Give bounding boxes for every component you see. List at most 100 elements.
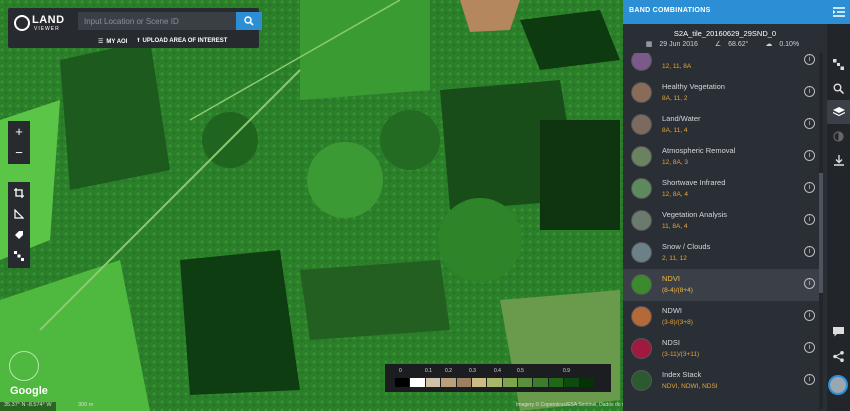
info-icon[interactable]: i [804,86,815,97]
legend-label: 0.9 [563,368,570,374]
band-thumbnail [631,338,652,359]
collapse-panel-icon[interactable] [827,0,850,24]
band-name: Vegetation Analysis [662,210,728,219]
info-icon[interactable]: i [804,342,815,353]
globe-icon [14,15,30,31]
logo-subtext: VIEWER [34,26,60,32]
app-root: LAND VIEWER ☰MY AOI ⭱UPLOAD AREA OF INTE… [0,0,850,411]
band-thumbnail [631,210,652,231]
band-combination: 12, 8A, 3 [662,159,689,166]
legend-label: 0.4 [494,368,501,374]
legend-label: 0.3 [469,368,476,374]
legend-swatch [533,378,548,387]
band-combination: NDVI, NDWI, NDSI [662,383,718,390]
globe-view-icon[interactable] [9,351,39,381]
search-button[interactable] [236,12,262,30]
band-name: Atmospheric Removal [662,146,736,155]
cloud-cover: ☁ 0.10% [765,41,800,48]
panel-header: BAND COMBINATIONS [623,0,827,24]
info-icon[interactable]: i [804,118,815,129]
band-combination: 11, 8A, 4 [662,223,688,230]
search-tool-icon[interactable] [827,76,850,100]
band-combinations-panel: BAND COMBINATIONS S2A_tile_20160629_29SN… [623,0,827,411]
info-icon[interactable]: i [804,150,815,161]
legend-swatch [471,378,487,387]
band-list-scrollbar[interactable] [819,53,823,409]
info-icon[interactable]: i [804,310,815,321]
legend-swatch [395,378,410,387]
contrast-icon[interactable] [827,124,850,148]
legend-label: 0.5 [517,368,524,374]
satellite-icon[interactable] [8,245,30,266]
right-toolbar [827,0,850,411]
zoom-out-button[interactable]: − [8,142,30,163]
zoom-in-button[interactable]: + [8,121,30,142]
band-item[interactable]: 12, 11, 8A i [623,53,819,77]
band-combination: (8-4)/(8+4) [662,287,693,294]
legend-swatch [548,378,564,387]
band-list: 12, 11, 8A i Healthy Vegetation 8A, 11, 2iL… [623,53,819,411]
legend-swatch [518,378,533,387]
band-item[interactable]: Land/Water 8A, 11, 4 i [623,109,819,141]
band-name: Healthy Vegetation [662,82,725,91]
legend-swatch [456,378,471,387]
legend-swatch [410,378,425,387]
legend-swatch [441,378,456,387]
band-combination: (3-8)/(3+8) [662,319,693,326]
band-thumbnail [631,146,652,167]
scene-date: ▦ 29 Jun 2016 [645,41,698,48]
band-item[interactable]: Snow / Clouds 2, 11, 12 i [623,237,819,269]
scrollbar-thumb[interactable] [819,173,823,293]
map-scale: 300 m [78,402,94,408]
info-icon[interactable]: i [804,182,815,193]
crop-icon[interactable] [8,182,30,203]
info-icon[interactable]: i [804,278,815,289]
upload-aoi-button[interactable]: ⭱ UPLOAD AREA OF INTEREST [137,36,227,46]
band-thumbnail [631,53,652,71]
ndvi-legend: 0 0.1 0.2 0.3 0.4 0.5 0.9 [385,364,611,392]
legend-swatch [487,378,502,387]
tag-icon[interactable] [8,224,30,245]
info-icon[interactable]: i [804,54,815,65]
zoom-controls: + − [8,121,30,164]
band-thumbnail [631,274,652,295]
upload-icon: ⭱ [137,38,140,44]
band-item[interactable]: Vegetation Analysis 11, 8A, 4 i [623,205,819,237]
scene-meta: ▦ 29 Jun 2016 ∠ 68.62° ☁ 0.10% [623,40,827,48]
band-name: NDWI [662,306,682,315]
band-combination: (3-11)/(3+11) [662,351,700,358]
info-icon[interactable]: i [804,374,815,385]
band-name: Snow / Clouds [662,242,711,251]
info-icon[interactable]: i [804,246,815,257]
band-combination: 12, 8A, 4 [662,191,689,198]
band-item[interactable]: Index Stack NDVI, NDWI, NDSI i [623,365,819,397]
band-combination: 8A, 11, 2 [662,95,688,102]
search-icon [244,16,254,26]
info-icon[interactable]: i [804,214,815,225]
scene-id: S2A_tile_20160629_29SND_0 [673,29,777,38]
map-tools [8,182,30,268]
user-avatar[interactable] [828,375,848,395]
band-item[interactable]: Atmospheric Removal 12, 8A, 3 i [623,141,819,173]
band-combination: 8A, 11, 4 [662,127,688,134]
band-name: Index Stack [662,370,702,379]
search-input[interactable] [78,12,236,30]
chat-icon[interactable] [827,320,850,344]
band-item[interactable]: Shortwave Infrared 12, 8A, 4 i [623,173,819,205]
legend-swatch [579,378,594,387]
band-item[interactable]: NDWI (3-8)/(3+8) i [623,301,819,333]
cursor-coordinates: 35.37° N -8.574° W [0,402,56,411]
ruler-icon[interactable] [8,203,30,224]
band-item[interactable]: NDSI (3-11)/(3+11) i [623,333,819,365]
landviewer-logo[interactable]: LAND VIEWER [12,13,68,35]
band-combination: 2, 11, 12 [662,255,687,262]
band-item[interactable]: NDVI (8-4)/(8+4) i [623,269,819,301]
band-item[interactable]: Healthy Vegetation 8A, 11, 2 i [623,77,819,109]
download-icon[interactable] [827,148,850,172]
my-aoi-button[interactable]: ☰ MY AOI [98,38,127,45]
layers-icon[interactable] [827,100,850,124]
band-name: NDVI [662,274,680,283]
satellite-tool-icon[interactable] [827,52,850,76]
share-icon[interactable] [827,344,850,368]
legend-label: 0.2 [445,368,452,374]
